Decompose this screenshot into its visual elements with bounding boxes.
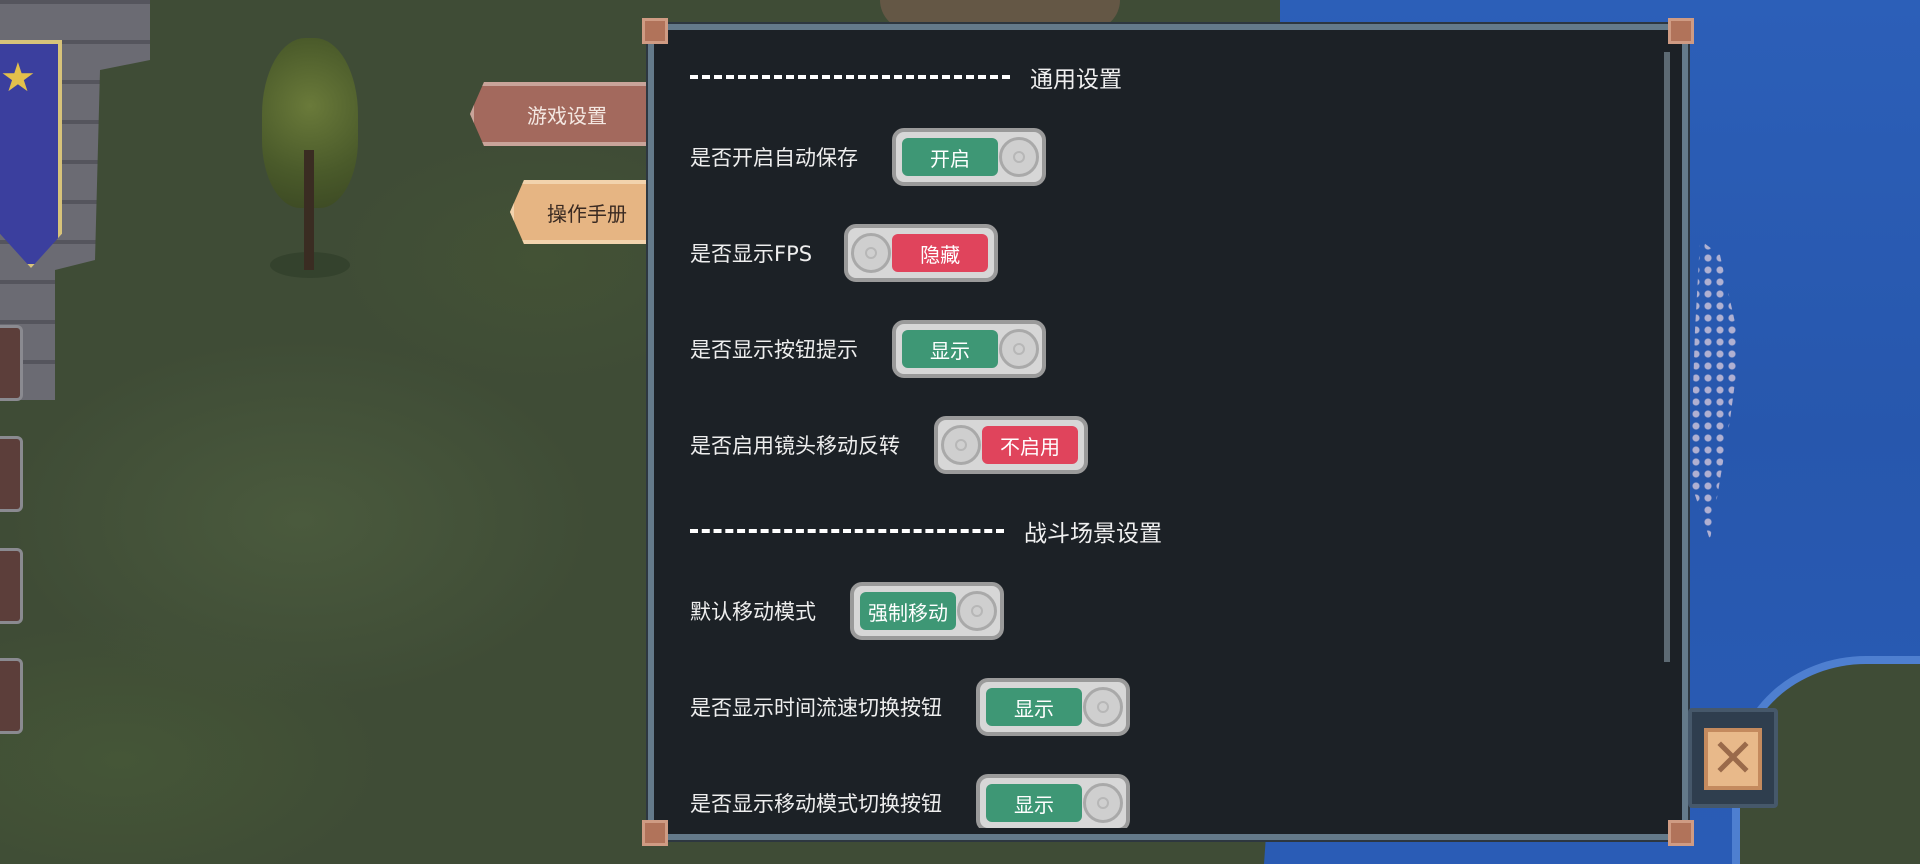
- banner-emblem-icon: ★: [0, 55, 36, 101]
- setting-label: 是否显示FPS: [690, 242, 813, 266]
- camera-invert-toggle[interactable]: 不启用: [934, 416, 1088, 474]
- setting-time-speed-button: 是否显示时间流速切换按钮 显示: [690, 678, 1130, 736]
- section-header-general: 通用设置: [690, 60, 1122, 94]
- toggle-state: 不启用: [982, 426, 1078, 464]
- settings-panel: 通用设置 是否开启自动保存 开启 是否显示FPS 隐藏 是否显示按钮提示 显示: [642, 18, 1694, 846]
- panel-corner: [1668, 18, 1694, 44]
- tab-game-settings-label: 游戏设置: [527, 103, 607, 128]
- move-mode-button-toggle[interactable]: 显示: [976, 774, 1130, 828]
- tree-trunk: [304, 150, 314, 270]
- panel-corner: [642, 18, 668, 44]
- toggle-knob: [1083, 783, 1123, 823]
- move-mode-toggle[interactable]: 强制移动: [850, 582, 1004, 640]
- setting-label: 是否开启自动保存: [690, 146, 858, 170]
- setting-button-hints: 是否显示按钮提示 显示: [690, 320, 1046, 378]
- setting-show-fps: 是否显示FPS 隐藏: [690, 224, 999, 282]
- toggle-state: 显示: [902, 330, 998, 368]
- panel-corner: [642, 820, 668, 846]
- setting-move-mode: 默认移动模式 强制移动: [690, 582, 1004, 640]
- wall-post: [0, 436, 23, 512]
- toggle-state: 显示: [986, 784, 1082, 822]
- scrollbar[interactable]: [1664, 52, 1670, 662]
- close-icon: [1715, 739, 1751, 779]
- setting-label: 默认移动模式: [690, 600, 816, 624]
- wall-post: [0, 325, 23, 401]
- section-header-battle: 战斗场景设置: [690, 514, 1162, 548]
- toggle-knob: [851, 233, 892, 273]
- setting-label: 是否启用镜头移动反转: [690, 434, 900, 458]
- setting-label: 是否显示时间流速切换按钮: [690, 696, 942, 720]
- autosave-toggle[interactable]: 开启: [892, 128, 1046, 186]
- button-hints-toggle[interactable]: 显示: [892, 320, 1046, 378]
- close-button-frame: [1688, 708, 1778, 808]
- setting-label: 是否显示按钮提示: [690, 338, 858, 362]
- panel-corner: [1668, 820, 1694, 846]
- settings-list: 通用设置 是否开启自动保存 开启 是否显示FPS 隐藏 是否显示按钮提示 显示: [690, 30, 1642, 828]
- tab-manual[interactable]: 操作手册: [510, 180, 650, 244]
- setting-autosave: 是否开启自动保存 开启: [690, 128, 1046, 186]
- section-title: 通用设置: [1030, 67, 1122, 93]
- section-divider: [690, 75, 1010, 79]
- close-button[interactable]: [1704, 728, 1762, 790]
- setting-move-mode-button: 是否显示移动模式切换按钮 显示: [690, 774, 1130, 828]
- toggle-state: 开启: [902, 138, 998, 176]
- toggle-state: 显示: [986, 688, 1082, 726]
- tab-game-settings[interactable]: 游戏设置: [470, 82, 650, 146]
- section-divider: [690, 529, 1004, 533]
- wall-post: [0, 548, 23, 624]
- show-fps-toggle[interactable]: 隐藏: [844, 224, 999, 282]
- tab-manual-label: 操作手册: [547, 201, 627, 226]
- toggle-knob: [957, 591, 997, 631]
- time-speed-button-toggle[interactable]: 显示: [976, 678, 1130, 736]
- wall-post: [0, 658, 23, 734]
- toggle-knob: [999, 329, 1039, 369]
- toggle-state: 强制移动: [860, 592, 956, 630]
- setting-camera-invert: 是否启用镜头移动反转 不启用: [690, 416, 1088, 474]
- toggle-knob: [999, 137, 1039, 177]
- toggle-knob: [941, 425, 981, 465]
- setting-label: 是否显示移动模式切换按钮: [690, 792, 942, 816]
- toggle-state: 隐藏: [892, 234, 989, 272]
- section-title: 战斗场景设置: [1024, 521, 1162, 547]
- toggle-knob: [1083, 687, 1123, 727]
